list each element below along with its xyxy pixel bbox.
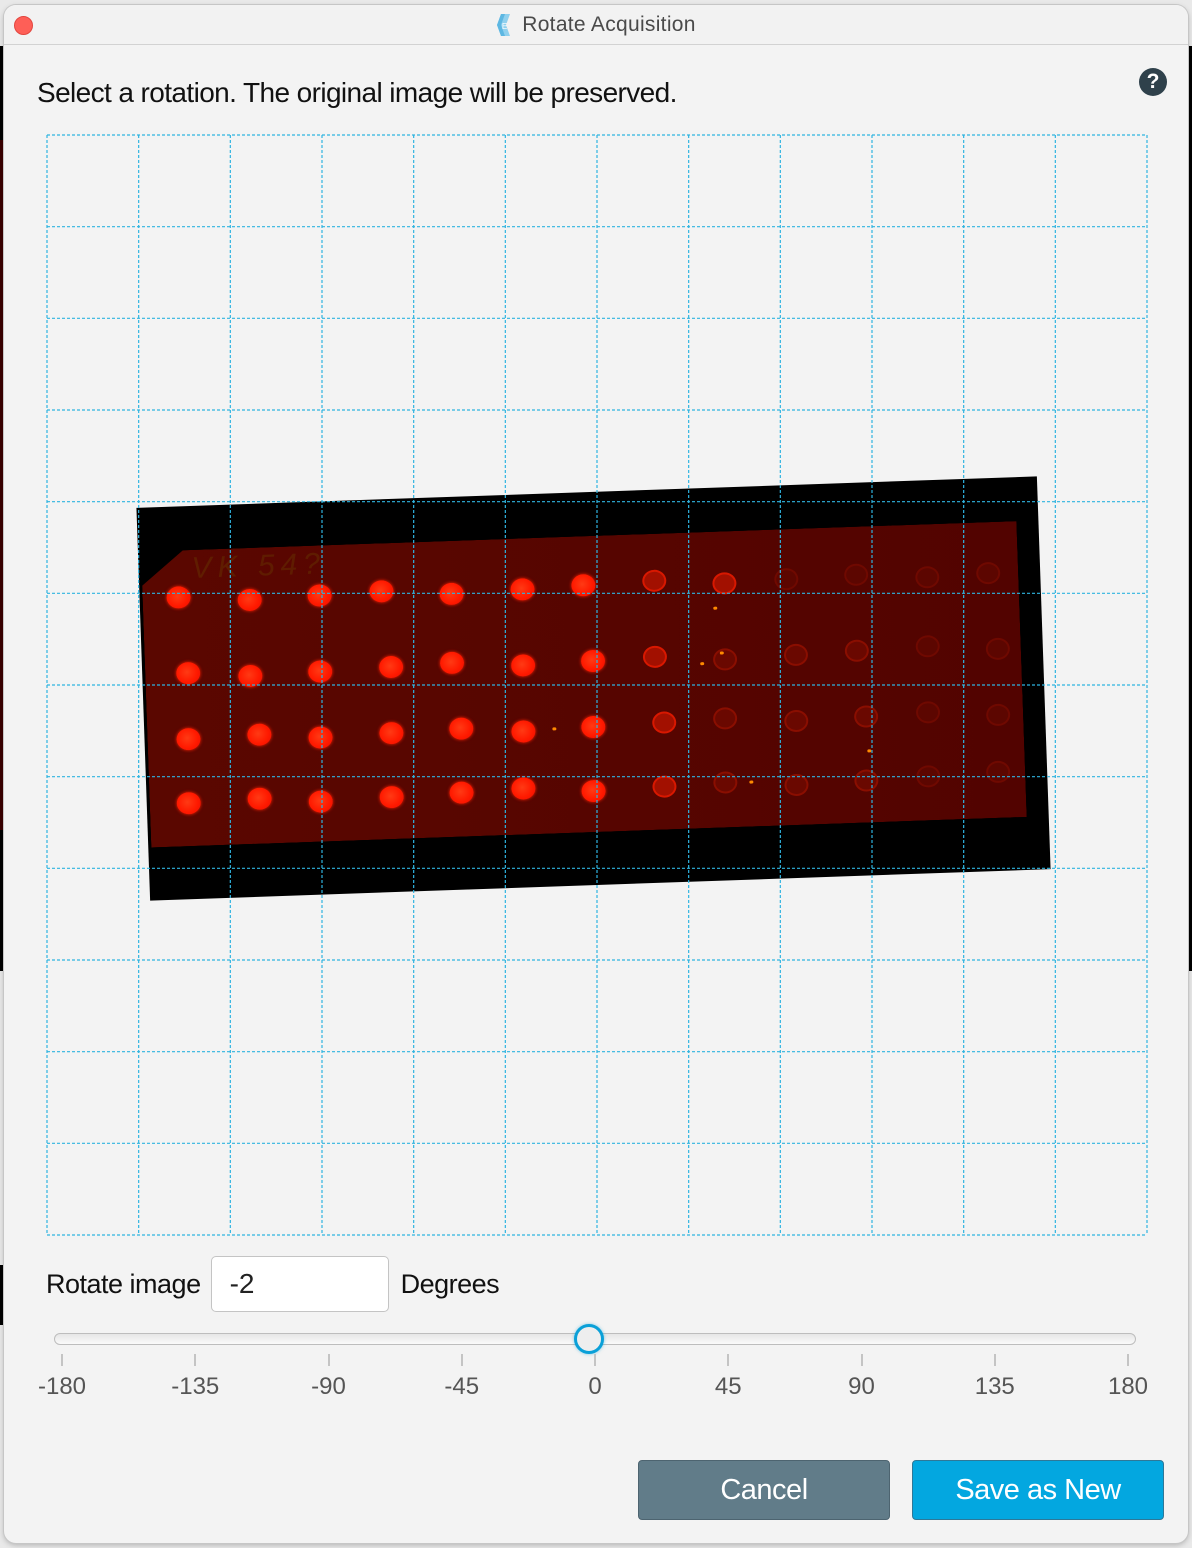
sample-spot: [379, 722, 404, 745]
sample-spot: [166, 586, 191, 609]
sample-spot: [844, 639, 869, 662]
sample-spot: [985, 637, 1010, 660]
sample-spot: [369, 580, 394, 603]
sample-spot: [439, 582, 464, 605]
sample-spot: [581, 716, 606, 739]
help-icon[interactable]: ?: [1139, 68, 1167, 96]
sample-spot: [308, 660, 333, 683]
slider-tick-label: 135: [974, 1373, 1015, 1400]
sample-spot: [378, 656, 403, 679]
sample-spot: [652, 775, 677, 798]
slider-tick: [61, 1354, 63, 1366]
slider-tick: [1127, 1354, 1129, 1366]
slider-tick-label: 90: [848, 1373, 875, 1400]
instruction-text: Select a rotation. The original image wi…: [37, 77, 677, 108]
sample-spot: [449, 781, 474, 804]
sample-spot: [976, 562, 1001, 585]
sample-spot: [308, 726, 333, 749]
slider-tick-label: 45: [714, 1373, 742, 1400]
degrees-label: Degrees: [400, 1268, 500, 1299]
svg-text:E: E: [502, 22, 507, 31]
slider-tick: [727, 1354, 730, 1366]
debris-speck: [720, 651, 724, 654]
debris-speck: [749, 780, 753, 783]
sample-spot: [237, 665, 262, 688]
rotate-acquisition-dialog: E Rotate Acquisition Select a rotation. …: [4, 5, 1188, 1543]
sample-spot: [915, 635, 940, 658]
sample-spot: [915, 765, 940, 788]
sample-spot: [651, 711, 676, 734]
sample-spot: [783, 710, 808, 733]
slider-tick-label: -90: [311, 1373, 346, 1400]
sample-spot: [986, 703, 1011, 726]
sample-spot: [237, 589, 262, 612]
sample-spot: [440, 652, 465, 675]
sample-spot: [307, 584, 332, 607]
slider-thumb[interactable]: [574, 1324, 605, 1354]
sample-spot: [844, 563, 869, 586]
sample-spot: [642, 645, 667, 668]
slider-tick-label: -45: [444, 1373, 480, 1400]
sample-spot: [854, 705, 879, 728]
sample-spot: [713, 648, 738, 671]
slider-tick-label: -135: [171, 1373, 220, 1400]
debris-speck: [713, 607, 717, 610]
sample-spot: [247, 723, 272, 746]
cancel-button[interactable]: Cancel: [638, 1460, 890, 1520]
sample-spot: [854, 769, 879, 792]
slide-handwriting: VK 54?: [190, 547, 327, 585]
sample-spot: [986, 761, 1011, 784]
slider-tick-label: 180: [1107, 1373, 1149, 1400]
sample-spot: [449, 717, 474, 740]
save-as-new-button[interactable]: Save as New: [912, 1460, 1164, 1520]
sample-spot: [176, 792, 201, 815]
title-bar: E Rotate Acquisition: [4, 5, 1188, 45]
slider-tick: [327, 1354, 330, 1366]
sample-spot: [713, 707, 738, 730]
sample-spot: [510, 578, 535, 601]
window-title: Rotate Acquisition: [522, 12, 696, 36]
slider-tick-label: 0: [588, 1373, 602, 1400]
sample-spot: [511, 777, 536, 800]
sample-spot: [783, 644, 808, 667]
slider-tick: [460, 1354, 463, 1366]
sample-spot: [379, 786, 404, 809]
debris-speck: [552, 727, 556, 730]
slider-tick: [594, 1354, 596, 1366]
rotation-preview: VK 54?: [46, 134, 1148, 1236]
sample-spot: [641, 569, 666, 592]
sample-spot: [510, 654, 535, 677]
sample-spot: [581, 650, 606, 673]
sample-spot: [914, 566, 939, 589]
rotation-slider[interactable]: -180 -135 -90 -45 0 45 90 135 180: [38, 1324, 1148, 1405]
app-logo-icon: E: [497, 13, 511, 36]
sample-spot: [247, 787, 272, 810]
debris-speck: [700, 662, 704, 665]
sample-spot: [784, 774, 809, 797]
slide-area: VK 54?: [141, 521, 1027, 847]
sample-spot: [712, 572, 737, 595]
sample-spot: [713, 771, 738, 794]
sample-spot: [773, 568, 798, 591]
debris-speck: [867, 749, 871, 752]
sample-spot: [176, 662, 201, 685]
acquisition-image: VK 54?: [136, 476, 1051, 901]
sample-spot: [915, 701, 940, 724]
sample-spot: [176, 728, 201, 751]
rotation-degrees-input[interactable]: [210, 1256, 389, 1312]
sample-spot: [571, 574, 596, 597]
sample-spot: [308, 790, 333, 813]
sample-spot: [511, 720, 536, 743]
rotate-image-label: Rotate image: [46, 1268, 201, 1299]
slider-tick: [194, 1354, 197, 1366]
slider-tick: [993, 1354, 996, 1366]
rotate-controls: Rotate image Degrees: [46, 1255, 500, 1313]
slider-tick-label: -180: [37, 1373, 87, 1400]
sample-spot: [581, 780, 606, 803]
slider-tick: [860, 1354, 863, 1366]
